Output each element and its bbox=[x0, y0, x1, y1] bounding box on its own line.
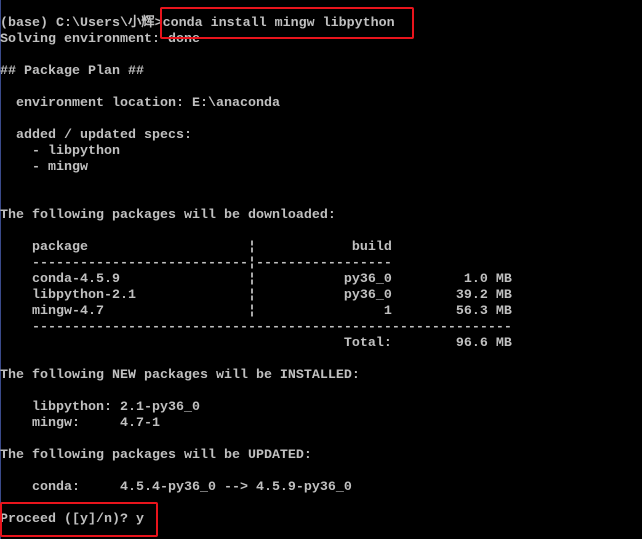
terminal-line: ## Package Plan ## bbox=[0, 64, 144, 79]
terminal-line: - libpython bbox=[0, 144, 120, 159]
highlight-proceed-prompt-box bbox=[0, 502, 158, 537]
terminal-line: conda: 4.5.4-py36_0 --> 4.5.9-py36_0 bbox=[0, 480, 352, 495]
terminal-line: The following packages will be downloade… bbox=[0, 208, 336, 223]
terminal-line: environment location: E:\anaconda bbox=[0, 96, 280, 111]
terminal-line: libpython-2.1 ¦ py36_0 39.2 MB bbox=[0, 288, 512, 303]
terminal-line: conda-4.5.9 ¦ py36_0 1.0 MB bbox=[0, 272, 512, 287]
terminal-line: libpython: 2.1-py36_0 bbox=[0, 400, 200, 415]
terminal-line: ----------------------------------------… bbox=[0, 320, 512, 335]
terminal-line: mingw-4.7 ¦ 1 56.3 MB bbox=[0, 304, 512, 319]
terminal-line: added / updated specs: bbox=[0, 128, 192, 143]
terminal-line: - mingw bbox=[0, 160, 88, 175]
terminal-line: The following NEW packages will be INSTA… bbox=[0, 368, 360, 383]
terminal-line: ---------------------------¦------------… bbox=[0, 256, 392, 271]
terminal-line: package ¦ build bbox=[0, 240, 392, 255]
terminal-line: Total: 96.6 MB bbox=[0, 336, 512, 351]
highlight-command-box bbox=[160, 7, 414, 39]
terminal-line: mingw: 4.7-1 bbox=[0, 416, 160, 431]
terminal-line: The following packages will be UPDATED: bbox=[0, 448, 312, 463]
terminal-output[interactable]: (base) C:\Users\小辉>conda install mingw l… bbox=[0, 16, 512, 528]
